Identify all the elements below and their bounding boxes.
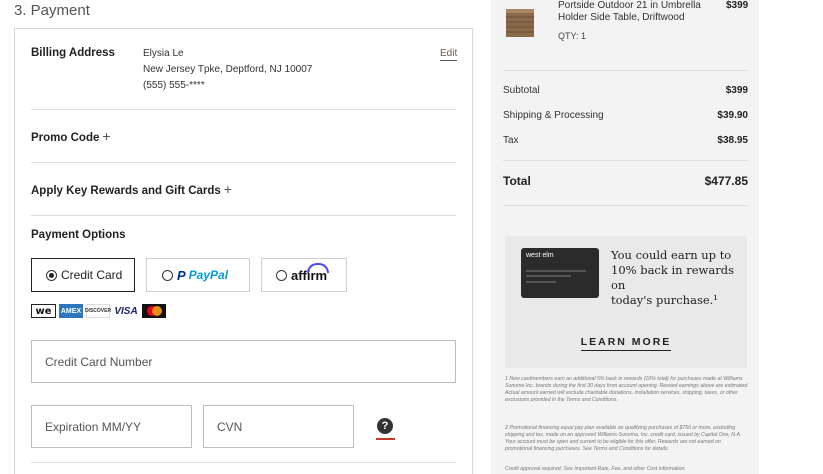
fine-print-3: Credit approval required. See Important …	[505, 466, 686, 472]
section-title: 3. Payment	[14, 2, 90, 19]
total-value: $477.85	[704, 174, 748, 188]
paypal-logo-icon: P	[177, 267, 186, 283]
visa-card-icon: VISA	[113, 304, 139, 318]
radio-icon	[162, 269, 173, 281]
expiration-input[interactable]: Expiration MM/YY	[31, 405, 192, 448]
credit-card-image: west elm	[521, 248, 599, 298]
rewards-promo-banner: west elm You could earn up to 10% back i…	[505, 236, 747, 368]
rewards-toggle[interactable]: Apply Key Rewards and Gift Cards +	[31, 181, 232, 197]
credit-card-option-label: Credit Card	[61, 268, 123, 282]
affirm-option[interactable]: affirm	[261, 258, 347, 292]
divider	[31, 462, 456, 463]
product-name: Portside Outdoor 21 in Umbrella Holder S…	[558, 0, 701, 23]
divider	[31, 162, 456, 163]
mastercard-icon	[142, 304, 166, 318]
billing-address-details: Elysia Le New Jersey Tpke, Deptford, NJ …	[143, 46, 312, 94]
plus-icon: +	[102, 128, 111, 144]
fine-print-1: 1 New cardmembers earn an additional 5% …	[505, 376, 749, 403]
tax-value: $38.95	[717, 135, 748, 146]
product-thumbnail	[506, 9, 534, 37]
total-label: Total	[503, 174, 531, 188]
divider	[503, 205, 748, 206]
learn-more-link[interactable]: LEARN MORE	[505, 336, 747, 351]
payment-options-title: Payment Options	[31, 229, 126, 241]
plus-icon: +	[223, 181, 232, 197]
affirm-logo: affirm	[291, 262, 329, 283]
payment-panel: Billing Address Elysia Le New Jersey Tpk…	[14, 28, 473, 474]
billing-street: New Jersey Tpke, Deptford, NJ 10007	[143, 64, 313, 75]
divider	[31, 109, 456, 110]
product-qty: QTY: 1	[558, 31, 587, 41]
promo-code-toggle[interactable]: Promo Code +	[31, 128, 111, 144]
divider	[31, 215, 456, 216]
subtotal-value: $399	[725, 85, 748, 96]
shipping-label: Shipping & Processing	[503, 110, 604, 121]
affirm-arc-icon	[307, 262, 329, 273]
billing-address-label: Billing Address	[31, 47, 115, 59]
paypal-option[interactable]: P PayPal	[146, 258, 250, 292]
card-number-input[interactable]: Credit Card Number	[31, 340, 456, 383]
promo-code-label: Promo Code	[31, 132, 100, 144]
cvn-input[interactable]: CVN	[203, 405, 354, 448]
order-summary: Portside Outdoor 21 in Umbrella Holder S…	[491, 0, 759, 474]
accepted-cards: we AMEX DISCOVER VISA	[31, 304, 166, 318]
fine-print-2: 2 Promotional financing equal pay plan a…	[505, 425, 742, 452]
promo-text: You could earn up to 10% back in rewards…	[611, 248, 735, 307]
tax-label: Tax	[503, 135, 519, 146]
card-brand: west elm	[526, 252, 554, 259]
edit-billing-link[interactable]: Edit	[440, 48, 458, 61]
radio-icon	[276, 269, 287, 281]
paypal-label: PayPal	[188, 268, 229, 282]
we-card-icon: we	[31, 304, 56, 318]
subtotal-label: Subtotal	[503, 85, 540, 96]
divider	[503, 160, 748, 161]
rewards-label: Apply Key Rewards and Gift Cards	[31, 185, 221, 197]
cvn-help-icon[interactable]: ?	[377, 418, 393, 434]
help-underline	[376, 438, 395, 440]
amex-card-icon: AMEX	[59, 304, 83, 318]
discover-card-icon: DISCOVER	[85, 304, 111, 318]
divider	[503, 70, 748, 71]
billing-phone: (555) 555-****	[143, 80, 205, 91]
billing-name: Elysia Le	[143, 48, 184, 59]
radio-selected-icon	[46, 269, 57, 281]
product-price: $399	[726, 0, 749, 11]
shipping-value: $39.90	[717, 110, 748, 121]
credit-card-option[interactable]: Credit Card	[31, 258, 135, 292]
